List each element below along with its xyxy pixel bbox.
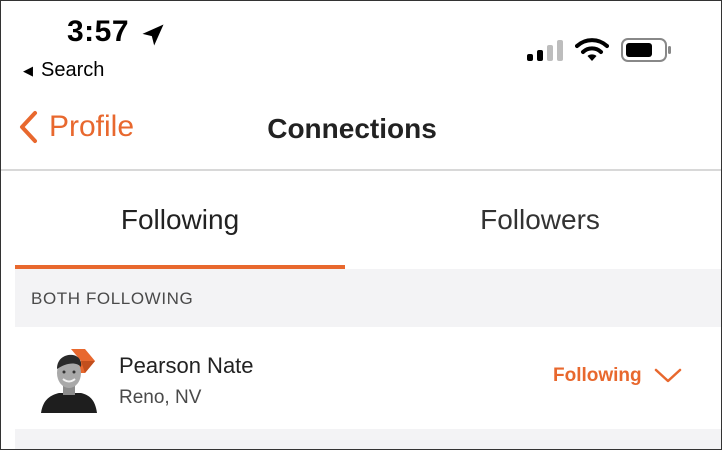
connection-location: Reno, NV xyxy=(119,387,202,408)
battery-icon xyxy=(621,38,671,62)
following-label: Following xyxy=(553,365,642,386)
status-time: 3:57 xyxy=(67,15,130,48)
connection-name: Pearson Nate xyxy=(119,353,254,378)
back-triangle-icon: ◀ xyxy=(23,62,33,78)
back-to-app-label: Search xyxy=(41,59,105,81)
tab-followers[interactable]: Followers xyxy=(375,173,705,267)
tab-following[interactable]: Following xyxy=(15,173,345,267)
location-arrow-icon xyxy=(142,24,164,46)
chevron-down-icon xyxy=(654,368,681,383)
page-title: Connections xyxy=(1,113,719,145)
avatar[interactable] xyxy=(37,347,103,413)
list-item[interactable]: Pearson Nate Reno, NV Following xyxy=(15,327,721,429)
cellular-signal-icon xyxy=(527,39,563,61)
app-screen: 3:57 ◀ Search Profile Connections Follow… xyxy=(0,0,722,450)
section-header: BOTH FOLLOWING xyxy=(15,269,721,327)
back-to-app-button[interactable]: ◀ Search xyxy=(23,59,104,82)
list-footer xyxy=(15,429,721,449)
page-title-text: Connections xyxy=(267,113,437,144)
nav-divider xyxy=(1,169,721,171)
wifi-icon xyxy=(575,38,609,61)
following-dropdown-button[interactable]: Following xyxy=(553,365,682,387)
section-title: BOTH FOLLOWING xyxy=(31,289,194,308)
